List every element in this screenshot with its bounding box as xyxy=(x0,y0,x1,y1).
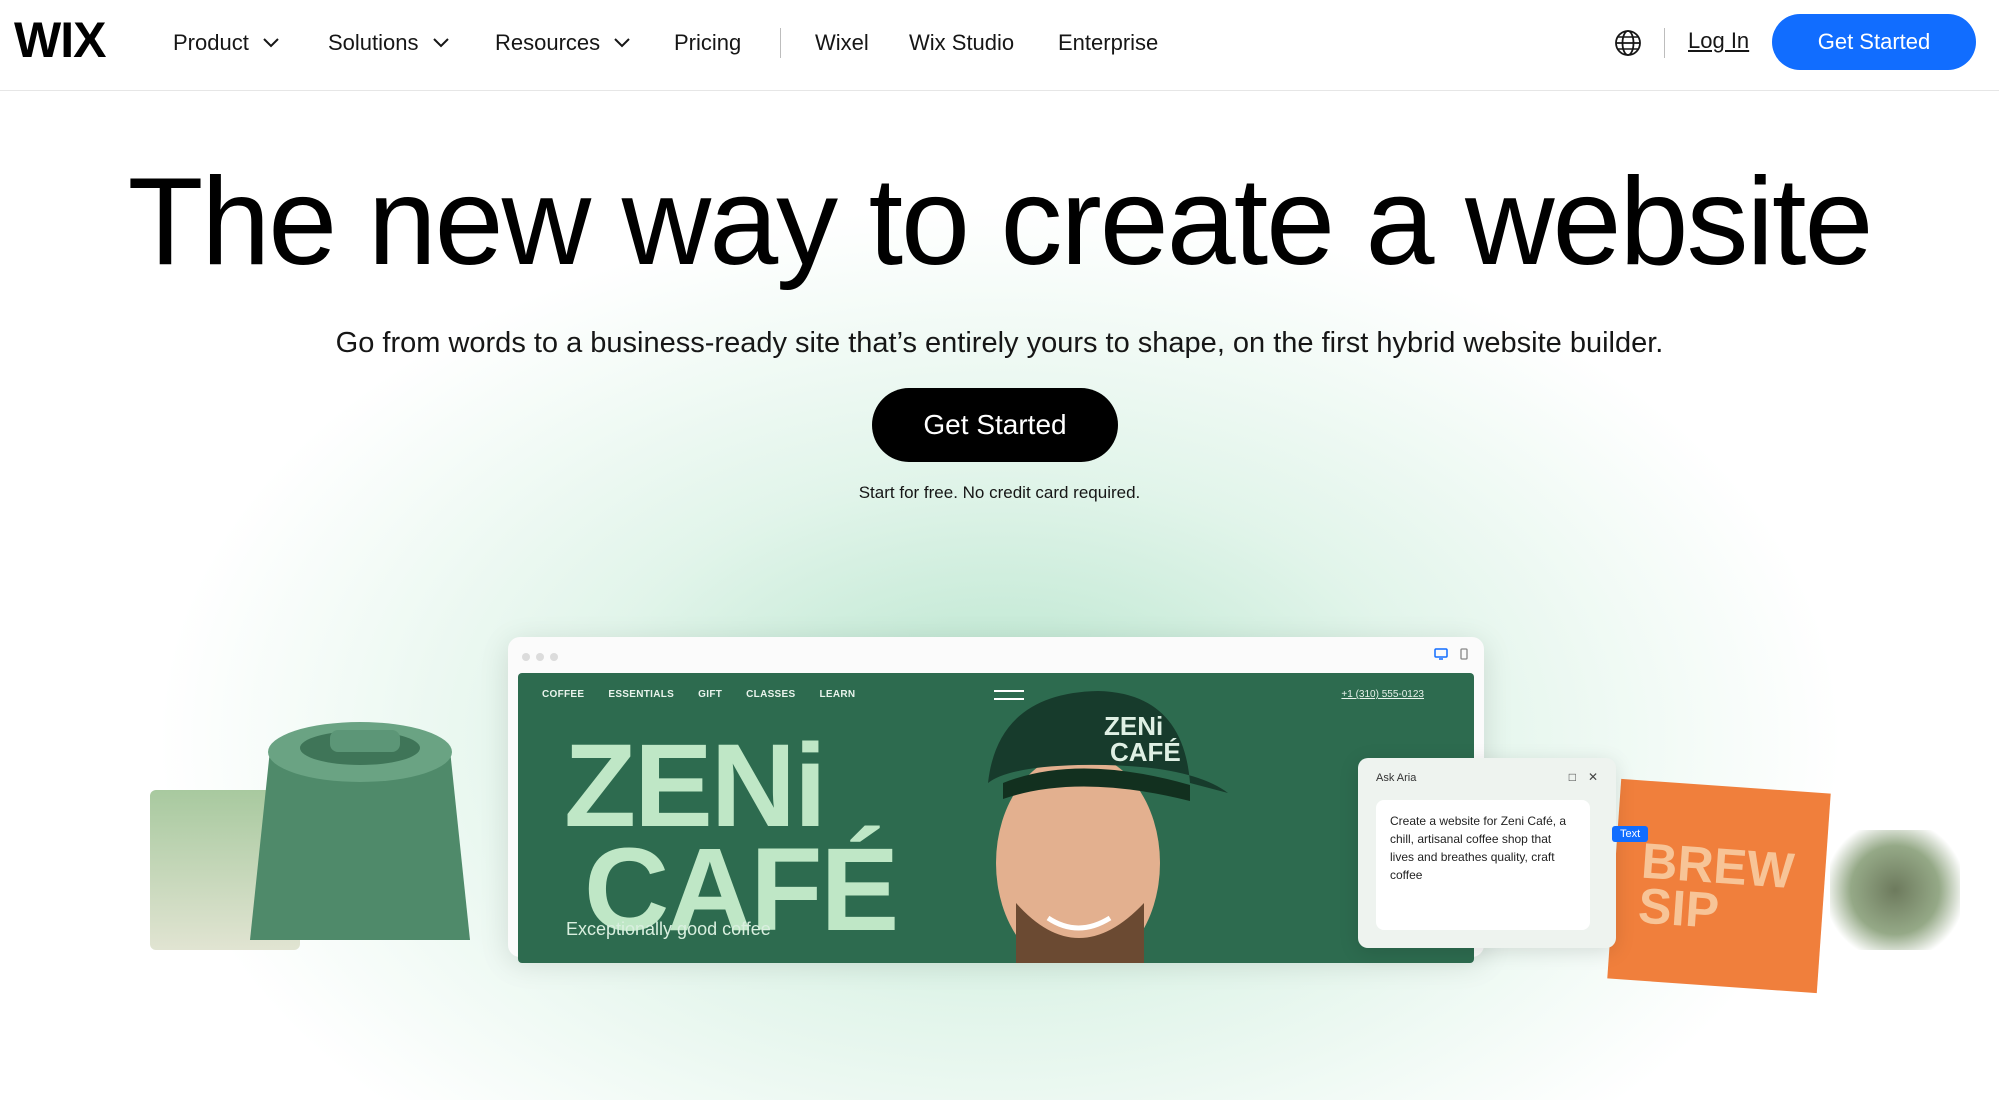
wix-logo[interactable]: WIX xyxy=(14,18,118,64)
chevron-down-icon xyxy=(614,38,630,48)
nav-wixel[interactable]: Wixel xyxy=(815,28,869,58)
card-text: BREW SIP xyxy=(1636,833,1795,939)
site-nav-item: LEARN xyxy=(819,689,856,700)
nav-enterprise[interactable]: Enterprise xyxy=(1058,28,1158,58)
site-phone: +1 (310) 555-0123 xyxy=(1341,689,1424,700)
barista-photo: ZENi CAFÉ xyxy=(988,691,1228,963)
chat-icon[interactable]: □ xyxy=(1569,770,1576,784)
wix-logo-mark: WIX xyxy=(14,19,107,63)
cta-note: Start for free. No credit card required. xyxy=(858,483,1141,502)
globe-icon[interactable] xyxy=(1613,28,1643,58)
nav-resources-label: Resources xyxy=(495,30,601,55)
nav-wix-studio[interactable]: Wix Studio xyxy=(909,28,1014,58)
site-nav: COFFEE ESSENTIALS GIFT CLASSES LEARN xyxy=(542,689,855,700)
get-started-button-hero[interactable]: Get Started xyxy=(872,388,1118,462)
site-nav-item: CLASSES xyxy=(746,689,796,700)
desktop-icon xyxy=(1434,648,1448,660)
nav-resources[interactable]: Resources xyxy=(495,28,630,58)
site-nav-item: ESSENTIALS xyxy=(608,689,675,700)
browser-mockup: COFFEE ESSENTIALS GIFT CLASSES LEARN +1 … xyxy=(508,637,1484,963)
brand-wordmark: ZENi CAFÉ xyxy=(564,727,899,949)
site-tagline: Exceptionally good coffee xyxy=(566,919,771,939)
hero-title: The new way to create a website xyxy=(127,153,1874,291)
nav-wix-studio-label: Wix Studio xyxy=(909,30,1015,55)
get-started-button-nav[interactable]: Get Started xyxy=(1772,14,1976,70)
close-icon[interactable]: ✕ xyxy=(1588,770,1598,784)
nav-product[interactable]: Product xyxy=(173,28,279,58)
login-link[interactable]: Log In xyxy=(1688,28,1749,54)
nav-enterprise-label: Enterprise xyxy=(1058,30,1159,55)
mobile-icon xyxy=(1460,648,1468,660)
hero-subtitle: Go from words to a business-ready site t… xyxy=(335,327,1664,359)
blurred-photo-right xyxy=(1830,830,1960,950)
ai-panel-actions: □ ✕ xyxy=(1569,770,1598,784)
site-preview: COFFEE ESSENTIALS GIFT CLASSES LEARN +1 … xyxy=(518,673,1474,963)
site-nav-item: GIFT xyxy=(698,689,723,700)
nav-pricing-label: Pricing xyxy=(674,30,742,55)
nav-product-label: Product xyxy=(173,30,249,55)
top-nav: WIX Product Solutions Resources Pricing … xyxy=(0,0,1999,91)
nav-pricing[interactable]: Pricing xyxy=(674,28,741,58)
window-dots xyxy=(522,653,558,661)
ai-assistant-panel: Ask Aria □ ✕ Create a website for Zeni C… xyxy=(1358,758,1616,948)
nav-divider xyxy=(1664,28,1665,58)
svg-text:CAFÉ: CAFÉ xyxy=(1110,737,1181,767)
svg-text:WIX: WIX xyxy=(14,19,106,63)
ai-panel-title: Ask Aria xyxy=(1376,772,1417,784)
ai-prompt-bubble: Create a website for Zeni Café, a chill,… xyxy=(1376,800,1590,930)
travel-mug-image xyxy=(250,722,470,940)
chevron-down-icon xyxy=(432,38,449,48)
text-element-tag: Text xyxy=(1612,826,1649,842)
nav-wixel-label: Wixel xyxy=(815,30,869,55)
brew-sip-card: BREW SIP xyxy=(1607,778,1831,994)
nav-solutions[interactable]: Solutions xyxy=(328,28,449,58)
site-nav-item: COFFEE xyxy=(542,689,585,700)
chevron-down-icon xyxy=(263,38,279,48)
nav-divider xyxy=(780,28,781,58)
device-toggle xyxy=(1434,648,1468,660)
nav-solutions-label: Solutions xyxy=(328,30,419,55)
